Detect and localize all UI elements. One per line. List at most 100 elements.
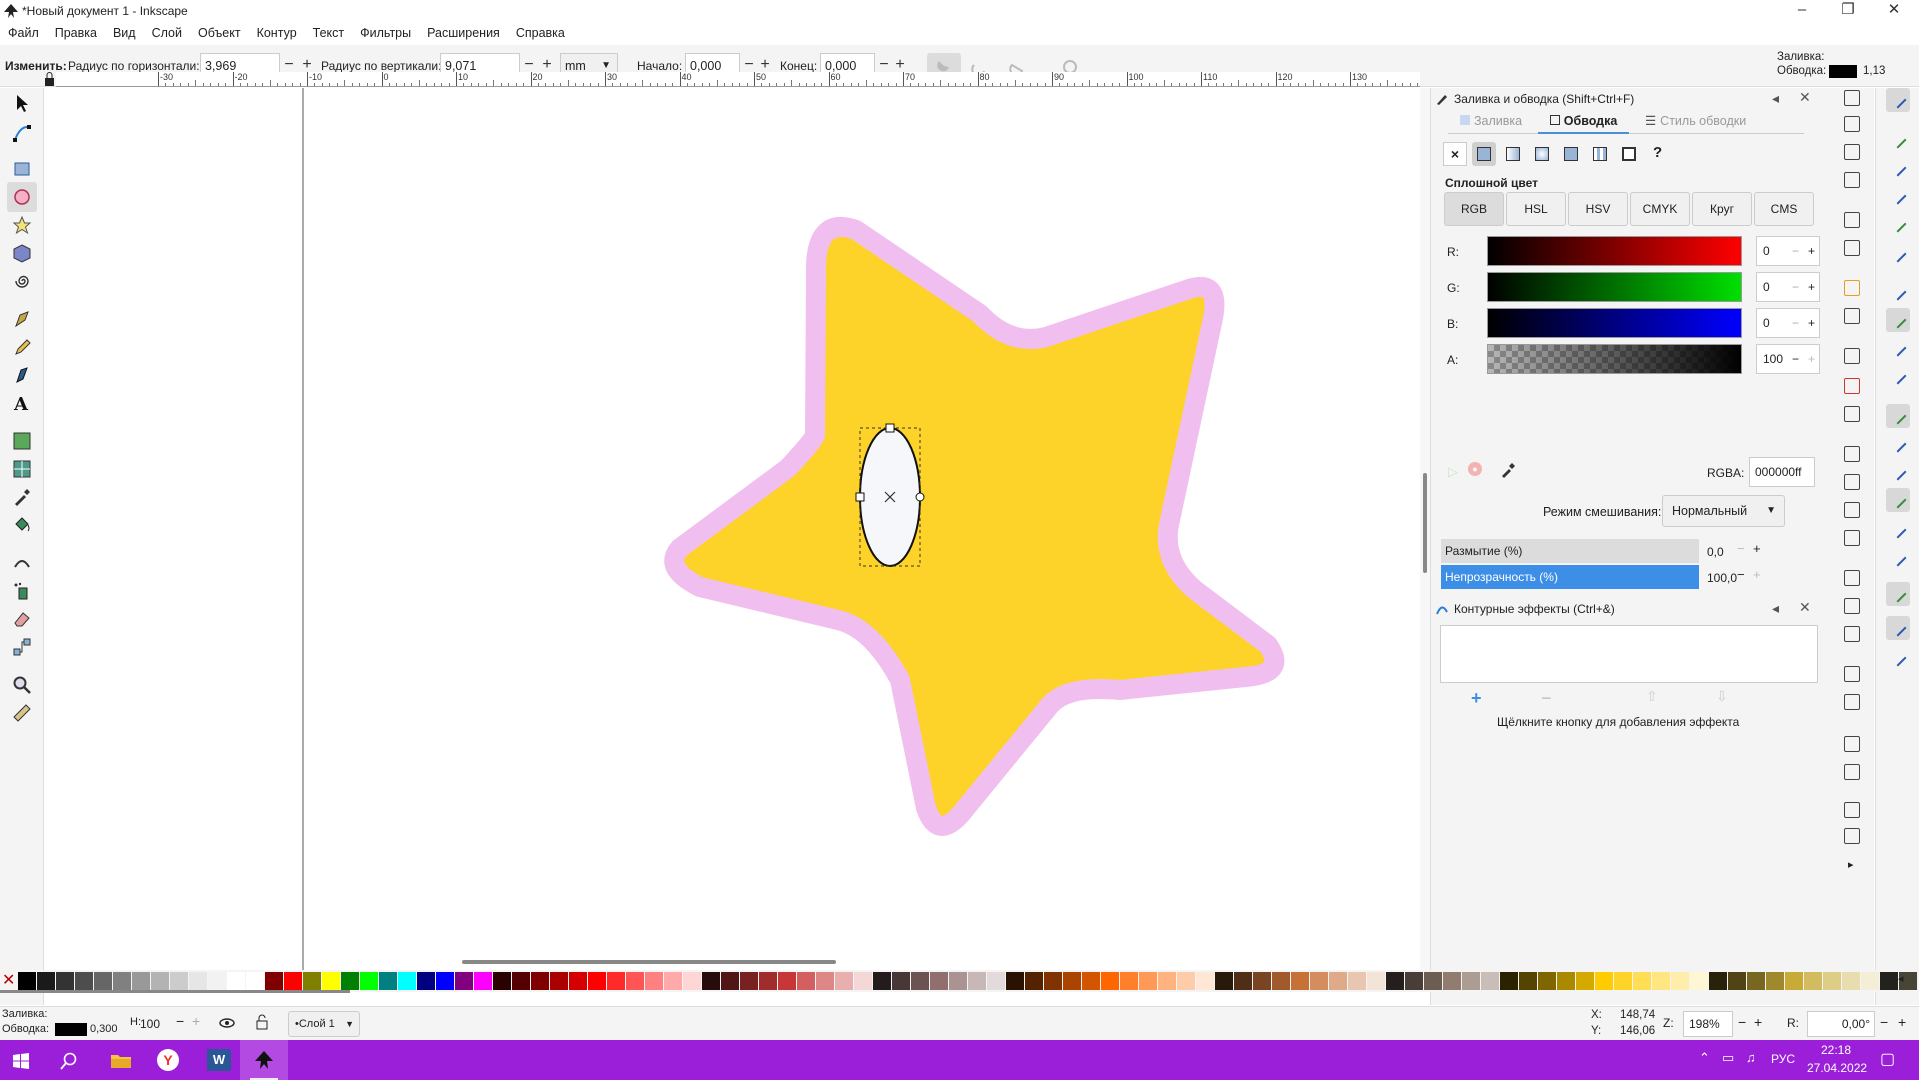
r-decrement[interactable]: − — [1792, 237, 1799, 265]
snap-toggle-icon[interactable] — [1886, 582, 1910, 606]
color-swatch[interactable] — [227, 972, 245, 990]
dock-iconify-icon[interactable]: ◂ — [1772, 90, 1779, 107]
r-value[interactable]: 0 − + — [1756, 236, 1820, 266]
color-swatch[interactable] — [911, 972, 929, 990]
color-swatch[interactable] — [1614, 972, 1632, 990]
color-swatch[interactable] — [94, 972, 112, 990]
ry-handle-right[interactable] — [915, 492, 925, 502]
tab-stroke-style[interactable]: ☰ Стиль обводки — [1633, 108, 1758, 134]
menu-text[interactable]: Текст — [305, 22, 352, 44]
minimize-button[interactable]: – — [1779, 0, 1825, 22]
connector-tool[interactable] — [7, 632, 37, 662]
snap-toggle-icon[interactable] — [1886, 616, 1910, 640]
color-swatch[interactable] — [740, 972, 758, 990]
eraser-tool[interactable] — [7, 604, 37, 634]
color-swatch[interactable] — [75, 972, 93, 990]
color-swatch[interactable] — [588, 972, 606, 990]
unlink-clone-icon[interactable] — [1844, 626, 1860, 642]
color-swatch[interactable] — [1690, 972, 1708, 990]
lpe-iconify-icon[interactable]: ◂ — [1772, 600, 1779, 617]
color-swatch[interactable] — [1728, 972, 1746, 990]
palette-scrollbar[interactable] — [0, 990, 350, 993]
paste-icon[interactable] — [1844, 406, 1860, 422]
snap-toggle-icon[interactable] — [1886, 156, 1910, 180]
snap-toggle-icon[interactable] — [1886, 432, 1910, 456]
snap-toggle-icon[interactable] — [1886, 308, 1910, 332]
color-swatch[interactable] — [1177, 972, 1195, 990]
linear-gradient-icon[interactable] — [1506, 147, 1520, 161]
dock-close-icon[interactable]: ✕ — [1799, 89, 1811, 106]
radial-gradient-icon[interactable] — [1535, 147, 1549, 161]
b-increment[interactable]: + — [1808, 309, 1815, 337]
color-swatch[interactable] — [1785, 972, 1803, 990]
color-swatch[interactable] — [1443, 972, 1461, 990]
remove-effect-button[interactable]: − — [1541, 688, 1552, 709]
print-icon[interactable] — [1844, 144, 1860, 160]
horizontal-scrollbar[interactable] — [56, 956, 1420, 968]
network-icon[interactable]: ▭ — [1722, 1050, 1734, 1066]
color-swatch[interactable] — [778, 972, 796, 990]
xml-editor-icon[interactable] — [1844, 828, 1860, 844]
color-swatch[interactable] — [1044, 972, 1062, 990]
zoom-drawing-icon[interactable] — [1844, 474, 1860, 490]
color-swatch[interactable] — [1405, 972, 1423, 990]
opacity-slider[interactable]: Непрозрачность (%) — [1441, 565, 1699, 589]
menu-filters[interactable]: Фильтры — [352, 22, 419, 44]
notifications-icon[interactable]: ▢ — [1880, 1049, 1895, 1069]
save-icon[interactable] — [1844, 172, 1860, 188]
color-swatch[interactable] — [987, 972, 1005, 990]
duplicate-icon[interactable] — [1844, 570, 1860, 586]
color-swatch[interactable] — [56, 972, 74, 990]
snap-toggle-icon[interactable] — [1886, 128, 1910, 152]
export-icon[interactable] — [1844, 240, 1860, 256]
color-swatch[interactable] — [531, 972, 549, 990]
a-value[interactable]: 100− + — [1756, 344, 1820, 374]
mode-cmyk-button[interactable]: CMYK — [1630, 192, 1690, 226]
selector-tool[interactable] — [7, 88, 37, 118]
palette-menu-icon[interactable]: ◂ — [1898, 972, 1904, 985]
mode-hsl-button[interactable]: HSL — [1506, 192, 1566, 226]
color-swatch[interactable] — [1329, 972, 1347, 990]
color-swatch[interactable] — [702, 972, 720, 990]
import-icon[interactable] — [1844, 212, 1860, 228]
add-effect-button[interactable]: + — [1471, 688, 1482, 709]
color-swatch[interactable] — [474, 972, 492, 990]
color-swatch[interactable] — [930, 972, 948, 990]
opacity-increment[interactable]: + — [1753, 567, 1761, 582]
color-swatch[interactable] — [208, 972, 226, 990]
snap-toggle-icon[interactable] — [1886, 646, 1910, 670]
snap-toggle-icon[interactable] — [1886, 404, 1910, 428]
r-slider[interactable] — [1487, 236, 1742, 266]
color-swatch[interactable] — [1101, 972, 1119, 990]
word-icon[interactable]: W — [207, 1049, 231, 1071]
rotate-cw-button[interactable]: + — [1898, 1014, 1906, 1030]
clone-icon[interactable] — [1844, 598, 1860, 614]
color-swatch[interactable] — [1671, 972, 1689, 990]
color-swatch[interactable] — [1082, 972, 1100, 990]
clock-date[interactable]: 27.04.2022 — [1807, 1061, 1867, 1075]
snap-toggle-icon[interactable] — [1886, 242, 1910, 266]
color-swatch[interactable] — [170, 972, 188, 990]
color-swatch[interactable] — [1557, 972, 1575, 990]
rx-handle[interactable] — [855, 492, 865, 502]
color-swatch[interactable] — [1519, 972, 1537, 990]
color-swatch[interactable] — [1766, 972, 1784, 990]
b-value[interactable]: 0 − + — [1756, 308, 1820, 338]
snap-toggle-icon[interactable] — [1886, 364, 1910, 388]
spiral-tool[interactable] — [7, 266, 37, 296]
stroke-swatch[interactable] — [1829, 65, 1857, 78]
vertical-scroll-thumb[interactable] — [1423, 473, 1427, 573]
g-slider[interactable] — [1487, 272, 1742, 302]
color-swatch[interactable] — [1481, 972, 1499, 990]
color-swatch[interactable] — [1025, 972, 1043, 990]
zoom-in-button[interactable]: + — [1754, 1014, 1762, 1030]
tweak-tool[interactable] — [7, 548, 37, 578]
color-swatch[interactable] — [1823, 972, 1841, 990]
opacity-h-input[interactable]: 100 — [140, 1012, 176, 1036]
tab-fill[interactable]: Заливка — [1448, 108, 1534, 134]
star-shape[interactable] — [664, 217, 1285, 836]
tab-stroke-paint[interactable]: Обводка — [1537, 108, 1630, 134]
cut-icon[interactable] — [1844, 378, 1860, 394]
color-swatch[interactable] — [1291, 972, 1309, 990]
opacity-decrement[interactable]: − — [1737, 567, 1745, 582]
